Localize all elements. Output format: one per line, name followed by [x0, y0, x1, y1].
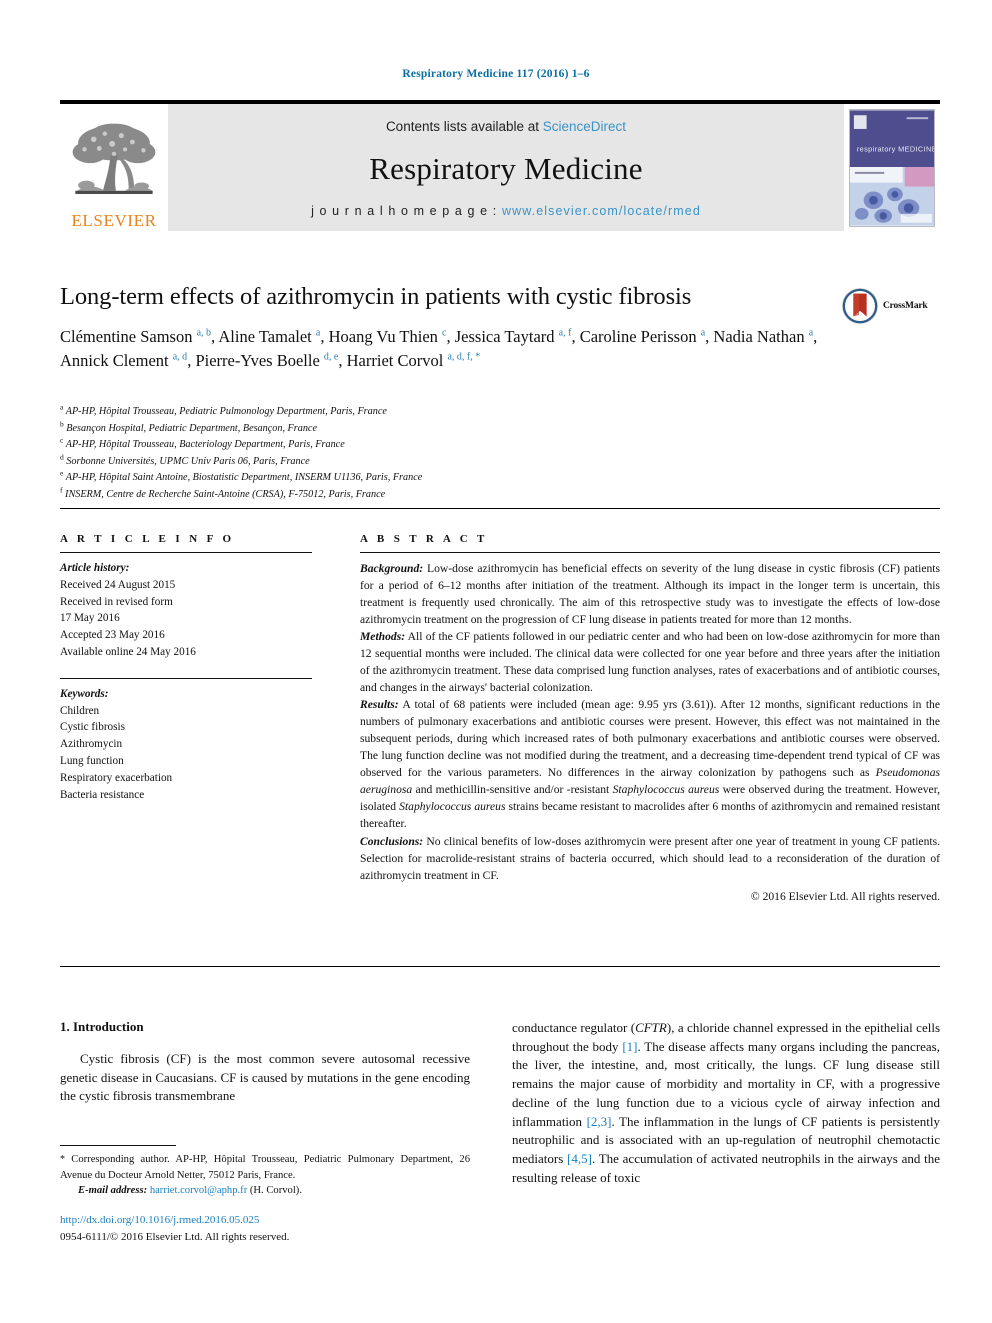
masthead-center-panel: Contents lists available at ScienceDirec…	[168, 104, 844, 231]
email-link[interactable]: harriet.corvol@aphp.fr	[150, 1185, 247, 1196]
abstract-column: A B S T R A C T Background: Low-dose azi…	[360, 533, 940, 903]
abstract-paragraph-conclusions: Conclusions: No clinical benefits of low…	[360, 833, 940, 884]
keyword-item: Azithromycin	[60, 738, 123, 751]
abstract-background-text: Low-dose azithromycin has beneficial eff…	[360, 562, 940, 627]
introduction-paragraph-right: conductance regulator (CFTR), a chloride…	[512, 1020, 941, 1185]
abstract-methods-text: All of the CF patients followed in our p…	[360, 630, 940, 695]
elsevier-tree-icon	[72, 123, 156, 194]
abstract-paragraph-background: Background: Low-dose azithromycin has be…	[360, 560, 940, 628]
history-line: 17 May 2016	[60, 612, 120, 625]
abstract-results-label: Results:	[360, 698, 399, 712]
keyword-item: Lung function	[60, 754, 124, 767]
history-line: Received in revised form	[60, 595, 173, 608]
abstract-heading: A B S T R A C T	[360, 533, 488, 545]
article-info-rule	[60, 552, 312, 553]
keywords-group: Keywords: Children Cystic fibrosis Azith…	[60, 686, 312, 804]
article-info-heading: A R T I C L E I N F O	[60, 533, 235, 545]
affiliation-item: a AP-HP, Hôpital Trousseau, Pediatric Pu…	[60, 402, 387, 417]
paper-page: Respiratory Medicine 117 (2016) 1–6 ELSE…	[0, 0, 992, 1323]
affiliation-item: b Besançon Hospital, Pediatric Departmen…	[60, 419, 317, 434]
crossmark-icon[interactable]	[841, 287, 879, 325]
homepage-url-link[interactable]: www.elsevier.com/locate/rmed	[502, 204, 701, 218]
introduction-left-column: 1. Introduction Cystic fibrosis (CF) is …	[60, 1019, 470, 1106]
journal-homepage-line: j o u r n a l h o m e p a g e : www.else…	[311, 204, 701, 218]
article-history-group: Article history: Received 24 August 2015…	[60, 560, 312, 661]
info-block-bottom-rule	[60, 966, 940, 967]
affiliation-item: d Sorbonne Universités, UPMC Univ Paris …	[60, 452, 310, 467]
corresponding-author-note: * Corresponding author. AP-HP, Hôpital T…	[60, 1154, 470, 1181]
abstract-paragraph-results: Results: A total of 68 patients were inc…	[360, 696, 940, 832]
homepage-label: j o u r n a l h o m e p a g e :	[311, 203, 502, 218]
journal-title: Respiratory Medicine	[369, 150, 643, 186]
issn-copyright-line: 0954-6111/© 2016 Elsevier Ltd. All right…	[60, 1230, 290, 1243]
doi-link[interactable]: http://dx.doi.org/10.1016/j.rmed.2016.05…	[60, 1212, 480, 1229]
abstract-methods-label: Methods:	[360, 630, 406, 644]
email-note: E-mail address: harriet.corvol@aphp.fr (…	[60, 1183, 470, 1198]
keyword-item: Respiratory exacerbation	[60, 771, 173, 784]
keyword-item: Children	[60, 704, 100, 717]
svg-text:respiratory MEDICINE: respiratory MEDICINE	[857, 144, 935, 153]
article-info-column: A R T I C L E I N F O Article history: R…	[60, 533, 312, 803]
keyword-item: Cystic fibrosis	[60, 721, 125, 734]
abstract-background-label: Background:	[360, 562, 424, 575]
introduction-heading: 1. Introduction	[60, 1019, 144, 1034]
page-title: Long-term effects of azithromycin in pat…	[60, 283, 692, 310]
elsevier-logo: ELSEVIER	[60, 104, 168, 231]
email-suffix: (H. Corvol).	[247, 1184, 302, 1196]
footnote-rule	[60, 1145, 176, 1146]
affiliation-item: c AP-HP, Hôpital Trousseau, Bacteriology…	[60, 435, 345, 451]
running-head: Respiratory Medicine 117 (2016) 1–6	[402, 68, 590, 80]
history-line: Available online 24 May 2016	[60, 645, 196, 658]
abstract-body: Background: Low-dose azithromycin has be…	[360, 560, 940, 884]
abstract-copyright: © 2016 Elsevier Ltd. All rights reserved…	[750, 889, 940, 903]
sciencedirect-link[interactable]: ScienceDirect	[543, 119, 626, 134]
affiliation-item: e AP-HP, Hôpital Saint Antoine, Biostati…	[60, 468, 423, 484]
elsevier-wordmark: ELSEVIER	[71, 211, 157, 230]
crossmark-label: CrossMark	[883, 301, 928, 311]
article-history-label: Article history:	[60, 562, 130, 574]
journal-cover-image: respiratory MEDICINE	[849, 108, 935, 227]
email-label: E-mail address:	[78, 1184, 148, 1196]
title-block: Long-term effects of azithromycin in pat…	[60, 283, 830, 372]
keywords-rule	[60, 677, 312, 679]
keywords-label: Keywords:	[60, 687, 109, 700]
abstract-conclusions-text: No clinical benefits of low-doses azithr…	[360, 834, 940, 882]
author-list: Clémentine Samson a, b, Aline Tamalet a,…	[60, 327, 818, 370]
keyword-item: Bacteria resistance	[60, 788, 145, 801]
introduction-right-column: conductance regulator (CFTR), a chloride…	[512, 1019, 940, 1187]
journal-masthead: ELSEVIER Contents lists available at Sci…	[60, 100, 940, 231]
abstract-results-text: A total of 68 patients were included (me…	[360, 698, 940, 831]
history-line: Received 24 August 2015	[60, 578, 176, 591]
abstract-conclusions-label: Conclusions:	[360, 834, 424, 848]
crossmark-badge-group[interactable]: CrossMark	[841, 285, 941, 327]
affiliation-item: f INSERM, Centre de Recherche Saint-Anto…	[60, 485, 386, 500]
abstract-paragraph-methods: Methods: All of the CF patients followed…	[360, 628, 940, 696]
contents-available-line: Contents lists available at ScienceDirec…	[386, 119, 626, 134]
info-block-top-rule	[60, 508, 940, 509]
affiliations-list: a AP-HP, Hôpital Trousseau, Pediatric Pu…	[60, 402, 760, 503]
doi-block: http://dx.doi.org/10.1016/j.rmed.2016.05…	[60, 1212, 480, 1245]
abstract-rule	[360, 552, 940, 553]
journal-cover-thumbnail: respiratory MEDICINE	[844, 104, 940, 231]
history-line: Accepted 23 May 2016	[60, 629, 165, 642]
contents-prefix: Contents lists available at	[385, 118, 543, 134]
introduction-paragraph-left: Cystic fibrosis (CF) is the most common …	[60, 1051, 470, 1104]
footnote-block: * Corresponding author. AP-HP, Hôpital T…	[60, 1152, 470, 1198]
